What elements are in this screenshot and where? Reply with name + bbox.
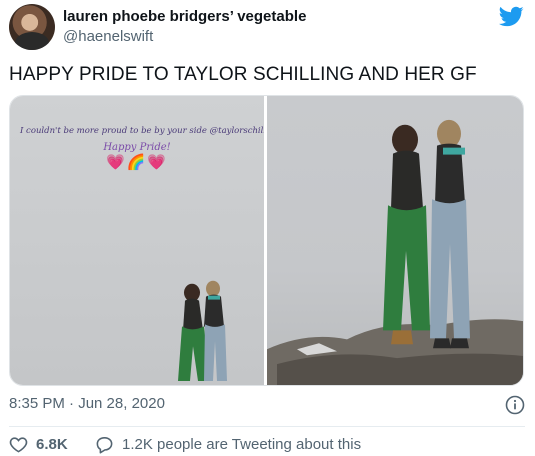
author-handle[interactable]: @haenelswift — [63, 28, 153, 46]
comments-text: 1.2K people are Tweeting about this — [122, 435, 362, 453]
conversation-link[interactable]: 1.2K people are Tweeting about this — [95, 434, 361, 454]
avatar[interactable] — [9, 4, 55, 50]
photo-left[interactable]: I couldn't be more proud to be by your s… — [10, 96, 264, 385]
media-grid: I couldn't be more proud to be by your s… — [9, 95, 524, 386]
comment-icon — [96, 436, 113, 453]
author-display-name[interactable]: lauren phoebe bridgers’ vegetable — [63, 8, 306, 26]
overlay-emoji: 💗🌈💗 — [105, 154, 169, 171]
tweet-timestamp[interactable]: 8:35 PM · Jun 28, 2020 — [9, 394, 165, 414]
twitter-bird-icon[interactable] — [499, 6, 524, 28]
overlay-caption: I couldn't be more proud to be by your s… — [20, 126, 264, 136]
tweet-card: lauren phoebe bridgers’ vegetable @haene… — [0, 0, 535, 456]
heart-icon — [9, 436, 28, 453]
like-button[interactable]: 6.8K — [9, 434, 68, 454]
divider — [9, 426, 525, 427]
info-icon[interactable] — [505, 395, 525, 415]
photo-right[interactable] — [267, 96, 523, 385]
couple-photo-illustration-right — [267, 119, 523, 385]
like-count: 6.8K — [36, 435, 68, 453]
tweet-text: HAPPY PRIDE TO TAYLOR SCHILLING AND HER … — [9, 64, 477, 85]
couple-photo-illustration-left — [178, 280, 227, 382]
overlay-greeting: Happy Pride! — [103, 142, 171, 153]
